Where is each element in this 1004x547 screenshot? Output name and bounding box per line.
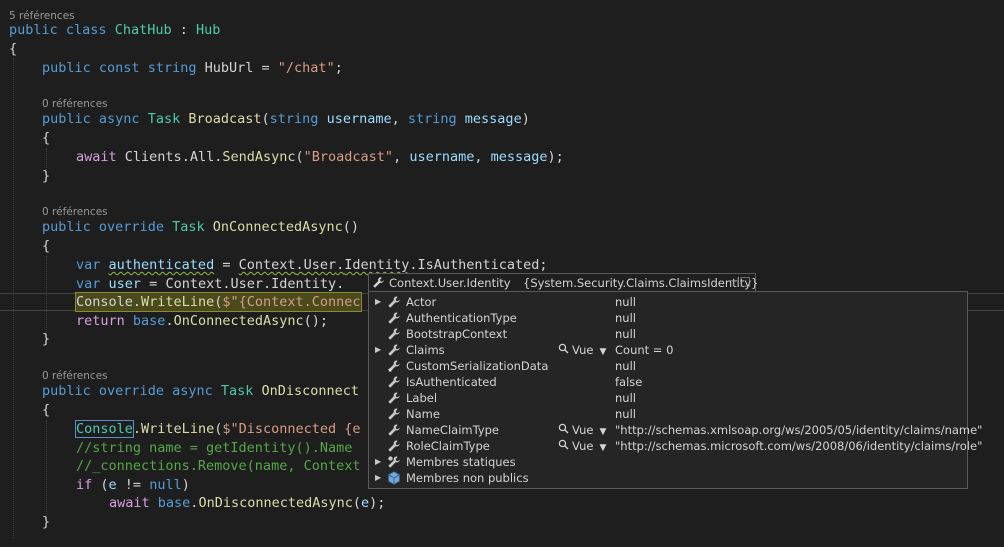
non-public-members-icon <box>387 471 401 485</box>
datatip-row[interactable]: ▶ Claims Vue ▼ Count = 0 <box>369 342 967 358</box>
datatip-row[interactable]: Name null <box>369 406 967 422</box>
indent-guide <box>46 420 47 522</box>
code-comment: //string name = getIdentity().Name <box>76 440 353 456</box>
wrench-icon <box>387 343 401 357</box>
datatip-member-name: CustomSerializationData <box>406 359 549 373</box>
caret-down-icon[interactable]: ▼ <box>599 427 606 437</box>
caret-down-icon[interactable]: ▼ <box>599 347 606 357</box>
code-line: public async Task Broadcast(string usern… <box>42 111 530 127</box>
code-line: Console.WriteLine($"Disconnected {e <box>75 420 361 438</box>
datatip-row[interactable]: ▶ Membres statiques <box>369 454 967 470</box>
code-line: } <box>42 168 51 184</box>
datatip-member-name: Membres statiques <box>406 455 516 469</box>
wrench-icon <box>387 327 401 341</box>
datatip-row[interactable]: CustomSerializationData null <box>369 358 967 374</box>
datatip-row[interactable]: AuthenticationType null <box>369 310 967 326</box>
current-statement: Console.WriteLine($"{Context.Connec <box>75 292 362 312</box>
wrench-icon <box>372 276 385 292</box>
code-line: { <box>42 238 51 254</box>
datatip-member-name: NameClaimType <box>406 423 500 437</box>
code-line: { <box>9 41 18 57</box>
datatip-member-name: Membres non publics <box>406 471 529 485</box>
datatip-member-value[interactable]: Count = 0 <box>615 342 673 358</box>
datatip-row[interactable]: Label null <box>369 390 967 406</box>
magnifier-icon <box>558 342 570 358</box>
visualizer-label: Vue <box>572 343 594 357</box>
datatip-member-value[interactable]: false <box>615 374 642 390</box>
datatip-row[interactable]: ▶ Membres non publics <box>369 470 967 486</box>
code-line: } <box>42 514 51 530</box>
datatip-row[interactable]: RoleClaimType Vue ▼ "http://schemas.microso… <box>369 438 982 454</box>
datatip-expression: Context.User.Identity <box>389 276 511 290</box>
code-line: public override Task OnConnectedAsync() <box>42 219 360 235</box>
code-line: public override async Task OnDisconnect <box>42 383 360 399</box>
datatip-member-name: IsAuthenticated <box>406 375 497 389</box>
code-line: { <box>42 130 51 146</box>
code-line: public const string HubUrl = "/chat"; <box>42 60 343 76</box>
datatip-member-name: Actor <box>406 295 437 309</box>
datatip-member-value[interactable]: null <box>615 326 636 342</box>
wrench-icon <box>387 407 401 421</box>
wrench-icon <box>387 391 401 405</box>
datatip-header[interactable]: Context.User.Identity {System.Security.C… <box>368 273 759 292</box>
datatip-member-value[interactable]: "http://schemas.xmlsoap.org/ws/2005/05/i… <box>615 422 982 438</box>
datatip-member-name: Name <box>406 407 440 421</box>
wrench-icon <box>387 375 401 389</box>
code-line: { <box>42 402 51 418</box>
code-line: return base.OnConnectedAsync(); <box>76 313 329 329</box>
datatip-member-name: Label <box>406 391 438 405</box>
datatip-panel: ▶ Actor null AuthenticationType null Bootstra… <box>368 291 982 489</box>
code-line: var user = Context.User.Identity. <box>76 276 345 292</box>
datatip-member-name: Claims <box>406 343 445 357</box>
datatip-member-value[interactable]: "http://schemas.microsoft.com/ws/2008/06… <box>615 438 982 454</box>
expand-arrow-icon[interactable]: ▶ <box>375 454 381 470</box>
datatip-member-name: BootstrapContext <box>406 327 508 341</box>
magnifier-icon <box>558 422 570 438</box>
datatip-row[interactable]: IsAuthenticated false <box>369 374 967 390</box>
expand-arrow-icon[interactable]: ▶ <box>375 342 381 358</box>
code-line: await Clients.All.SendAsync("Broadcast",… <box>76 149 564 165</box>
static-members-icon <box>387 455 401 469</box>
wrench-icon <box>387 423 401 437</box>
wrench-icon <box>387 295 401 309</box>
wrench-icon <box>387 311 401 325</box>
datatip-member-name: RoleClaimType <box>406 439 490 453</box>
datatip-row[interactable]: NameClaimType Vue ▼ "http://schemas.xmlsoap… <box>369 422 982 438</box>
code-comment: //_connections.Remove(name, Context <box>76 458 361 474</box>
wrench-icon <box>387 439 401 453</box>
expand-arrow-icon[interactable]: ▶ <box>375 470 381 486</box>
datatip-member-value[interactable]: null <box>615 390 636 406</box>
code-line: public class ChatHub : Hub <box>9 22 221 38</box>
expand-arrow-icon[interactable]: ▶ <box>375 294 381 310</box>
code-line: await base.OnDisconnectedAsync(e); <box>109 495 386 511</box>
datatip-member-value[interactable]: null <box>615 294 636 310</box>
visualizer-label: Vue <box>572 439 594 453</box>
datatip-member-value[interactable]: null <box>615 310 636 326</box>
datatip-member-value[interactable]: null <box>615 358 636 374</box>
visualizer-label: Vue <box>572 423 594 437</box>
code-line: if (e != null) <box>76 477 190 493</box>
datatip-member-name: AuthenticationType <box>406 311 517 325</box>
pin-icon[interactable]: ⊣□ <box>729 274 751 288</box>
datatip-row[interactable]: BootstrapContext null <box>369 326 967 342</box>
datatip-member-value[interactable]: null <box>615 406 636 422</box>
code-line: } <box>42 331 51 347</box>
datatip-value: {System.Security.Claims.ClaimsIdentity} <box>523 276 759 290</box>
datatip-row[interactable]: ▶ Actor null <box>369 294 967 310</box>
magnifier-icon <box>558 438 570 454</box>
code-line: var authenticated = Context.User.Identit… <box>76 257 548 273</box>
wrench-star-icon <box>387 359 401 373</box>
caret-down-icon[interactable]: ▼ <box>599 443 606 453</box>
